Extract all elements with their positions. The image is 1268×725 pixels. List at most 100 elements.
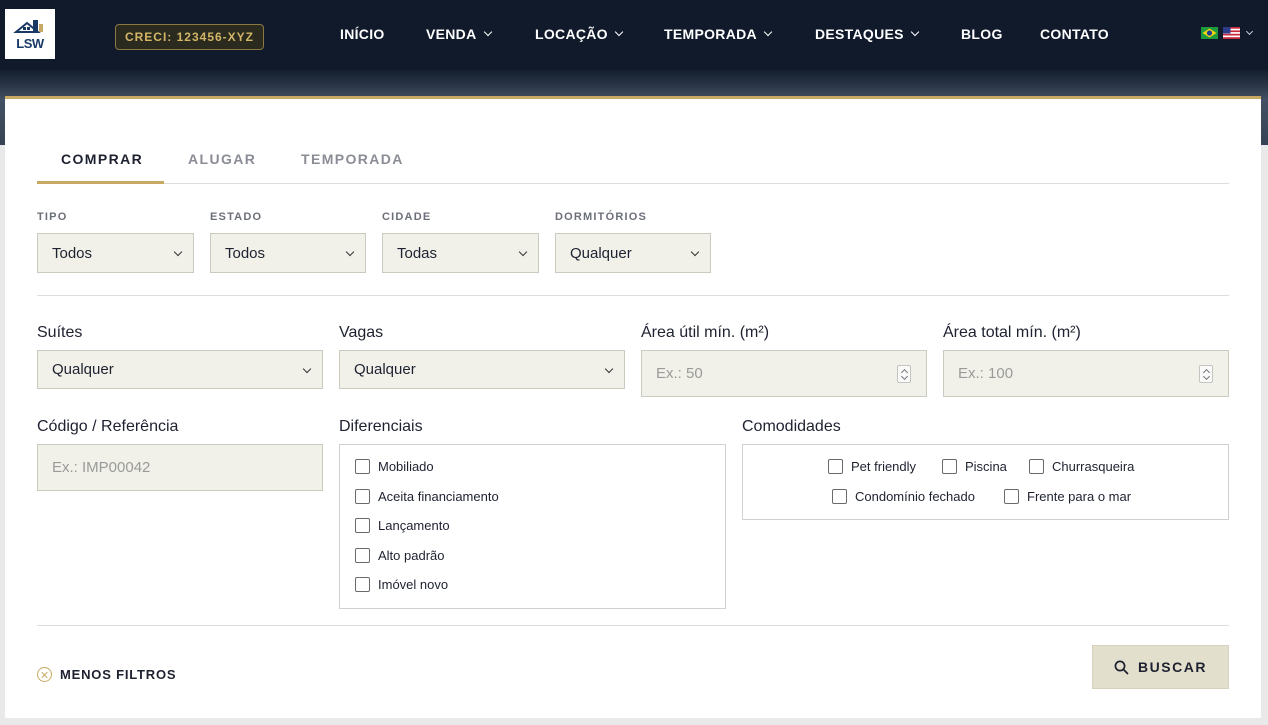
codigo-placeholder: Ex.: IMP00042 [52,459,151,476]
checkbox[interactable] [355,577,370,592]
checkbox-label: Imóvel novo [378,577,449,592]
logo-text: LSW [16,36,44,51]
nav-item-label: TEMPORADA [664,26,757,42]
checkbox[interactable] [355,489,370,504]
diferenciais-label: Diferenciais [339,418,423,435]
nav-item-label: BLOG [961,26,1003,42]
area-total-placeholder: Ex.: 100 [958,365,1014,382]
checkbox[interactable] [942,459,957,474]
house-logo-icon [13,20,43,33]
less-filters-toggle[interactable]: MENOS FILTROS [37,667,176,682]
creci-badge: CRECI: 123456-XYZ [115,24,264,50]
dormitorios-value: Qualquer [570,244,632,262]
checkbox[interactable] [828,459,843,474]
nav-item-label: VENDA [426,26,477,42]
chevron-down-icon [763,27,773,37]
number-spinner[interactable] [1199,365,1213,383]
checkbox-frente-para-o-mar[interactable]: Frente para o mar [1004,489,1131,504]
area-total-input[interactable]: Ex.: 100 [943,350,1229,397]
usa-flag-icon[interactable] [1223,27,1240,39]
chevron-down-icon [910,27,920,37]
nav-item-venda[interactable]: VENDA [426,26,492,42]
search-icon [1114,660,1129,674]
nav-item-locacao[interactable]: LOCAÇÃO [535,26,624,42]
search-button[interactable]: BUSCAR [1092,645,1229,689]
checkbox[interactable] [1004,489,1019,504]
tab-alugar[interactable]: ALUGAR [188,151,256,167]
nav-item-contato[interactable]: CONTATO [1040,26,1109,42]
tipo-value: Todos [52,244,93,262]
checkbox-churrasqueira[interactable]: Churrasqueira [1029,459,1134,474]
nav-item-label: CONTATO [1040,26,1109,42]
nav-item-label: INÍCIO [340,26,385,42]
checkbox-alto-padrao[interactable]: Alto padrão [355,548,445,563]
tab-temporada[interactable]: TEMPORADA [301,151,404,167]
checkbox-label: Condomínio fechado [855,489,975,504]
nav-item-label: DESTAQUES [815,26,904,42]
suites-select[interactable]: Qualquer [37,350,323,389]
tipo-label: TIPO [37,211,68,223]
tab-comprar[interactable]: COMPRAR [61,151,143,167]
checkbox-lancamento[interactable]: Lançamento [355,518,450,533]
suites-label: Suítes [37,324,83,341]
nav-item-label: LOCAÇÃO [535,26,608,42]
cidade-value: Todas [397,244,438,262]
codigo-input[interactable]: Ex.: IMP00042 [37,444,323,491]
estado-select[interactable]: Todos [210,233,366,273]
active-tab-indicator [37,181,164,184]
section-divider [37,295,1229,296]
checkbox[interactable] [355,459,370,474]
chevron-down-icon [345,247,355,257]
nav-item-blog[interactable]: BLOG [961,26,1003,42]
diferenciais-box: Mobiliado Aceita financiamento Lançament… [339,444,726,609]
checkbox-label: Mobiliado [378,459,434,474]
vagas-select[interactable]: Qualquer [339,350,625,389]
vagas-value: Qualquer [354,361,416,378]
checkbox-piscina[interactable]: Piscina [942,459,1007,474]
area-util-input[interactable]: Ex.: 50 [641,350,927,397]
checkbox-label: Frente para o mar [1027,489,1132,504]
tipo-select[interactable]: Todos [37,233,194,273]
search-card: COMPRAR ALUGAR TEMPORADA TIPO Todos ESTA… [5,96,1261,718]
chevron-down-icon[interactable] [1245,27,1254,36]
checkbox[interactable] [355,518,370,533]
checkbox-label: Pet friendly [851,459,917,474]
number-spinner[interactable] [897,365,911,383]
checkbox[interactable] [355,548,370,563]
nav-item-inicio[interactable]: INÍCIO [340,26,385,42]
suites-value: Qualquer [52,361,114,378]
checkbox-pet-friendly[interactable]: Pet friendly [828,459,916,474]
checkbox-label: Piscina [965,459,1007,474]
site-logo[interactable]: LSW [5,9,55,59]
nav-item-temporada[interactable]: TEMPORADA [664,26,773,42]
checkbox-imovel-novo[interactable]: Imóvel novo [355,577,448,592]
checkbox-mobiliado[interactable]: Mobiliado [355,459,434,474]
comodidades-box: Pet friendly Piscina Churrasqueira Condo… [742,444,1229,520]
brazil-flag-icon[interactable] [1201,27,1218,39]
chevron-down-icon [614,27,624,37]
area-total-label: Área total mín. (m²) [943,324,1081,341]
area-util-placeholder: Ex.: 50 [656,365,703,382]
dormitorios-label: DORMITÓRIOS [555,211,648,223]
checkbox-condominio-fechado[interactable]: Condomínio fechado [832,489,975,504]
chevron-down-icon [518,247,528,257]
estado-value: Todos [225,244,266,262]
language-switcher[interactable] [1201,27,1254,39]
chevron-down-icon [173,247,183,257]
checkbox[interactable] [1029,459,1044,474]
top-navbar: LSW CRECI: 123456-XYZ INÍCIO VENDA LOCAÇ… [0,0,1268,70]
close-circle-icon [37,667,52,682]
chevron-down-icon [690,247,700,257]
less-filters-label: MENOS FILTROS [60,667,177,682]
checkbox-label: Alto padrão [378,548,445,563]
search-button-label: BUSCAR [1138,659,1207,675]
chevron-down-icon [604,364,614,374]
estado-label: ESTADO [210,211,263,223]
checkbox-label: Lançamento [378,518,450,533]
dormitorios-select[interactable]: Qualquer [555,233,711,273]
cidade-select[interactable]: Todas [382,233,539,273]
checkbox-aceita-financiamento[interactable]: Aceita financiamento [355,489,499,504]
nav-item-destaques[interactable]: DESTAQUES [815,26,920,42]
checkbox-label: Churrasqueira [1052,459,1135,474]
checkbox[interactable] [832,489,847,504]
